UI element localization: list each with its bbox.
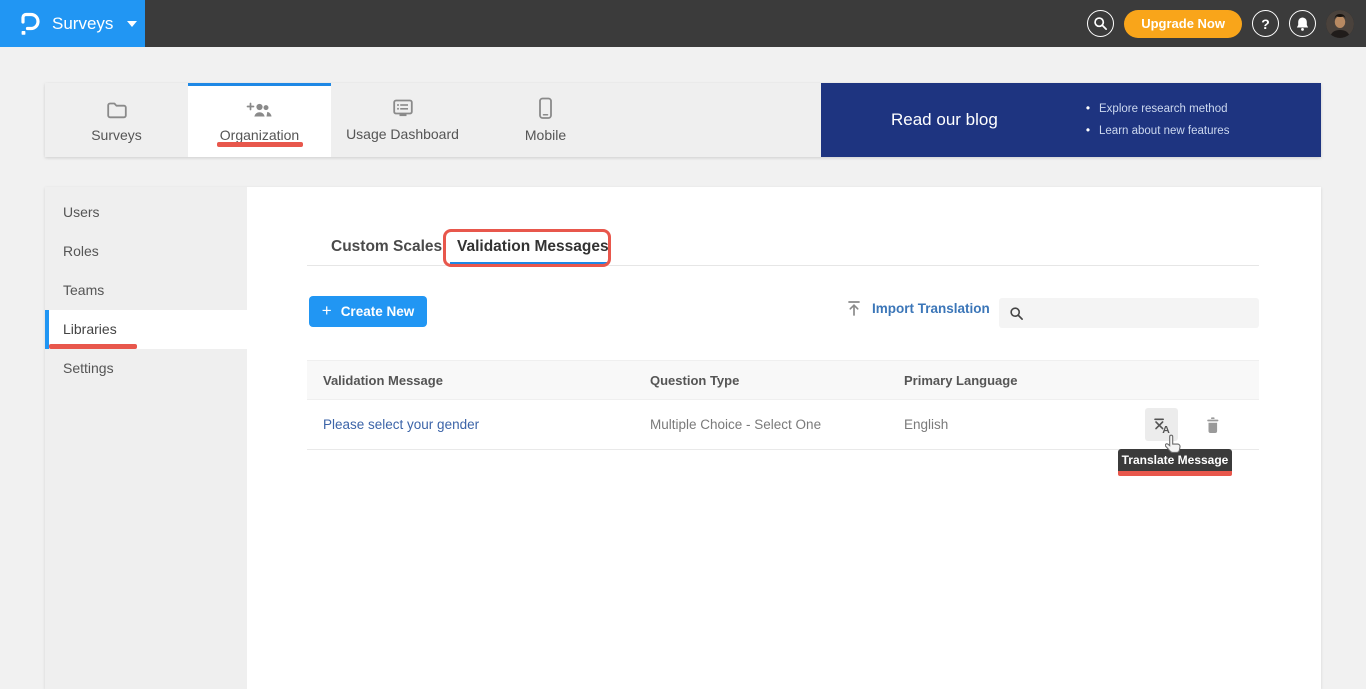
row-actions: A <box>1145 408 1259 441</box>
search-button[interactable] <box>1087 10 1114 37</box>
help-button[interactable]: ? <box>1252 10 1279 37</box>
content-card: Users Roles Teams Libraries Settings Cus… <box>45 187 1321 689</box>
notifications-button[interactable] <box>1289 10 1316 37</box>
annotation-box-validation-messages <box>443 229 611 267</box>
monitor-list-icon <box>391 98 415 119</box>
banner-title: Read our blog <box>891 110 998 130</box>
sidebar-item-settings[interactable]: Settings <box>45 349 247 388</box>
validation-message-link[interactable]: Please select your gender <box>323 417 479 432</box>
column-primary-language: Primary Language <box>904 373 1259 388</box>
sidebar-item-teams[interactable]: Teams <box>45 271 247 310</box>
chevron-down-icon <box>127 21 137 27</box>
annotation-underline-organization <box>217 142 303 147</box>
table-header-row: Validation Message Question Type Primary… <box>307 360 1259 400</box>
primary-language-cell: English <box>904 417 948 432</box>
sidebar-item-roles[interactable]: Roles <box>45 232 247 271</box>
app-switcher-label: Surveys <box>52 14 113 34</box>
banner-bullet-list: Explore research method Learn about new … <box>1086 98 1230 142</box>
create-new-button[interactable]: + Create New <box>309 296 427 327</box>
group-add-icon <box>246 100 273 120</box>
user-avatar[interactable] <box>1326 10 1354 38</box>
libraries-main-panel: Custom Scales Validation Messages + Crea… <box>247 187 1321 689</box>
search-input[interactable] <box>1032 298 1259 328</box>
cursor-pointer-icon <box>1165 434 1182 459</box>
delete-button[interactable] <box>1196 408 1229 441</box>
import-translation-link[interactable]: Import Translation <box>845 299 990 317</box>
trash-icon <box>1203 415 1222 435</box>
table-search <box>999 298 1259 328</box>
plus-icon: + <box>322 301 332 321</box>
tab-surveys-label: Surveys <box>91 127 142 143</box>
import-upload-icon <box>845 299 863 317</box>
tab-organization[interactable]: Organization <box>188 83 331 157</box>
create-new-label: Create New <box>341 304 415 319</box>
tab-mobile-label: Mobile <box>525 127 566 143</box>
tab-surveys[interactable]: Surveys <box>45 83 188 157</box>
questionpro-logo-icon <box>18 11 40 37</box>
annotation-underline-libraries <box>49 344 137 349</box>
column-validation-message: Validation Message <box>307 373 650 388</box>
organization-sidebar: Users Roles Teams Libraries Settings <box>45 187 247 689</box>
search-icon <box>1009 306 1024 321</box>
search-icon <box>1093 16 1108 31</box>
svg-text:A: A <box>1162 424 1170 435</box>
tab-mobile[interactable]: Mobile <box>474 83 617 157</box>
banner-bullet: Learn about new features <box>1086 120 1230 142</box>
mobile-icon <box>538 97 553 120</box>
tab-custom-scales[interactable]: Custom Scales <box>331 238 442 256</box>
import-translation-label: Import Translation <box>872 301 990 316</box>
top-header-bar: Surveys Upgrade Now ? <box>0 0 1366 47</box>
question-type-cell: Multiple Choice - Select One <box>650 417 904 432</box>
sidebar-item-users[interactable]: Users <box>45 193 247 232</box>
tab-usage-dashboard[interactable]: Usage Dashboard <box>331 83 474 157</box>
table-row: Please select your gender Multiple Choic… <box>307 400 1259 450</box>
header-actions: Upgrade Now ? <box>1087 0 1354 47</box>
banner-bullet: Explore research method <box>1086 98 1230 120</box>
translate-icon: A <box>1152 415 1172 435</box>
question-mark-icon: ? <box>1261 16 1270 32</box>
bell-icon <box>1295 16 1310 32</box>
blog-promo-banner[interactable]: Read our blog Explore research method Le… <box>821 83 1321 157</box>
upgrade-now-button[interactable]: Upgrade Now <box>1124 10 1242 38</box>
column-question-type: Question Type <box>650 373 904 388</box>
folder-icon <box>105 98 129 120</box>
tab-organization-label: Organization <box>220 127 299 143</box>
app-switcher[interactable]: Surveys <box>0 0 145 47</box>
annotation-underline-tooltip <box>1118 471 1232 476</box>
primary-tabbar: Surveys Organization Usage Dashboar <box>45 83 1321 157</box>
tab-usage-dashboard-label: Usage Dashboard <box>346 126 459 142</box>
